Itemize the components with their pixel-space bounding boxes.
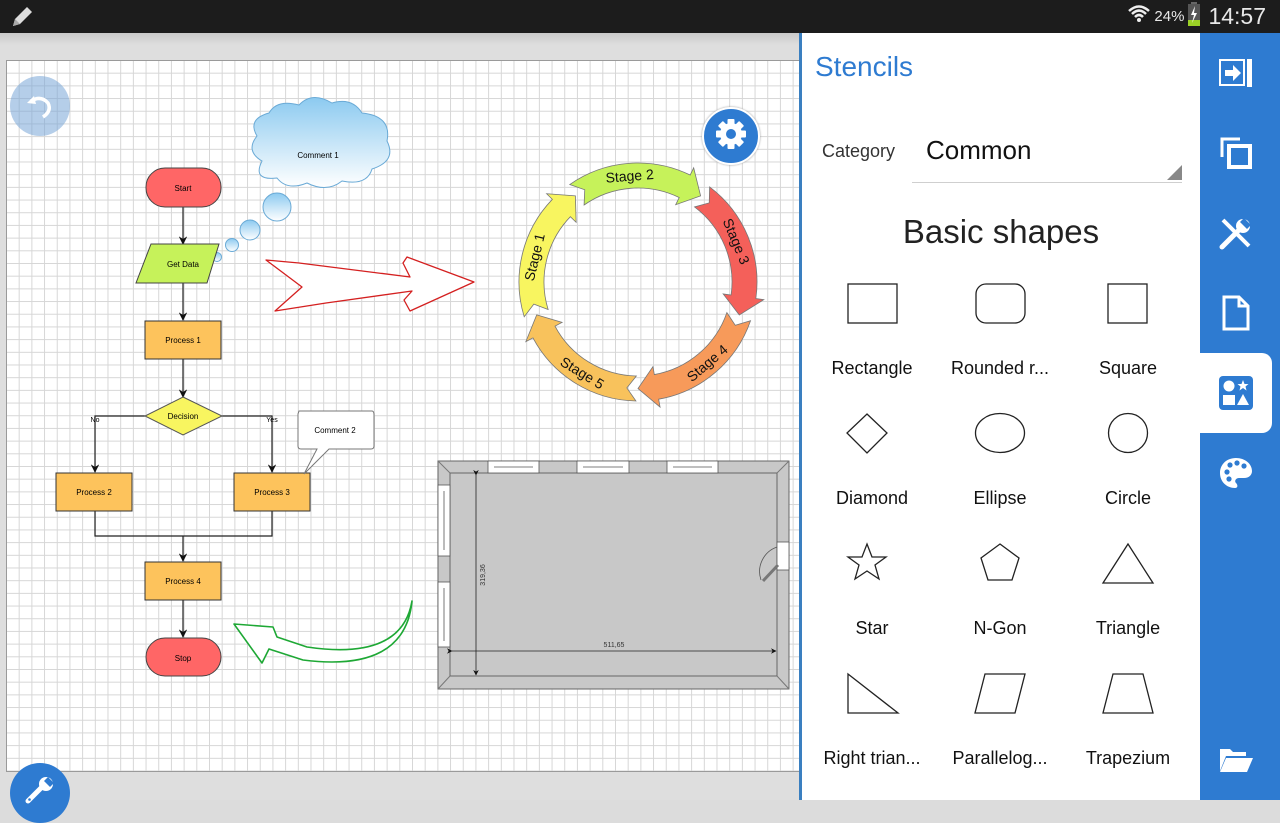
shape-item-right-triangle[interactable]: Right trian... bbox=[808, 656, 936, 786]
copy-icon bbox=[1220, 137, 1252, 169]
stop-node-label: Stop bbox=[175, 654, 192, 663]
no-branch-label: No bbox=[91, 417, 100, 424]
shape-item-ellipse[interactable]: Ellipse bbox=[936, 396, 1064, 526]
drawing-canvas[interactable]: Comment 1 Start Get Data Process 1 Decis… bbox=[6, 60, 800, 772]
folder-open-icon bbox=[1220, 749, 1253, 772]
palette-icon bbox=[1220, 458, 1252, 488]
trapezium-shape-icon bbox=[1102, 673, 1154, 714]
shape-item-n-gon[interactable]: N-Gon bbox=[936, 526, 1064, 656]
battery-percent: 24% bbox=[1154, 8, 1185, 25]
status-bar: 24% 14:57 bbox=[0, 0, 1280, 33]
shapes-icon bbox=[1219, 376, 1253, 410]
comment-2-callout[interactable] bbox=[297, 410, 375, 475]
rail-item-page[interactable] bbox=[1200, 273, 1272, 353]
shape-label: N-Gon bbox=[973, 618, 1027, 638]
rail-item-tools[interactable] bbox=[1200, 193, 1272, 273]
process-3-label: Process 3 bbox=[254, 488, 290, 497]
section-title: Basic shapes bbox=[902, 213, 1100, 250]
shape-grid: Rectangle Rounded r... Square Diamond El… bbox=[808, 266, 1194, 786]
shape-item-rectangle[interactable]: Rectangle bbox=[808, 266, 936, 396]
process-1-label: Process 1 bbox=[165, 336, 201, 345]
shape-label: Rectangle bbox=[831, 358, 913, 378]
cycle-stage-3[interactable] bbox=[693, 186, 765, 316]
get-data-label: Get Data bbox=[167, 260, 200, 269]
rail-item-open-folder[interactable] bbox=[1200, 720, 1272, 800]
right-toolbar bbox=[1200, 33, 1280, 800]
rail-item-copy[interactable] bbox=[1200, 113, 1272, 193]
rectangle-shape-icon bbox=[847, 283, 898, 324]
shape-label: Rounded r... bbox=[950, 358, 1050, 378]
pencil-icon bbox=[10, 5, 36, 34]
panel-title: Stencils bbox=[815, 51, 914, 82]
diagram: Comment 1 Start Get Data Process 1 Decis… bbox=[55, 97, 790, 690]
shape-item-square[interactable]: Square bbox=[1064, 266, 1192, 396]
green-curved-arrow[interactable] bbox=[233, 600, 413, 664]
shape-item-rounded-rectangle[interactable]: Rounded r... bbox=[936, 266, 1064, 396]
red-arrow-shape[interactable] bbox=[265, 256, 475, 312]
pentagon-shape-icon bbox=[980, 543, 1020, 581]
yes-branch-label: Yes bbox=[266, 417, 278, 424]
shape-label: Right trian... bbox=[823, 748, 921, 768]
shape-label: Parallelog... bbox=[952, 748, 1048, 768]
rail-item-palette[interactable] bbox=[1200, 433, 1272, 513]
shape-label: Star bbox=[855, 618, 889, 638]
exit-panel-icon bbox=[1219, 59, 1252, 87]
process-4-label: Process 4 bbox=[165, 577, 201, 586]
stencils-panel: Stencils Category Common Basic shapes Re… bbox=[802, 33, 1200, 800]
shape-item-triangle[interactable]: Triangle bbox=[1064, 526, 1192, 656]
comment-1-cloud[interactable] bbox=[212, 97, 391, 262]
cycle-stage-4[interactable] bbox=[637, 311, 752, 409]
dropdown-triangle-icon bbox=[1167, 165, 1182, 180]
shape-item-diamond[interactable]: Diamond bbox=[808, 396, 936, 526]
shape-item-parallelogram[interactable]: Parallelog... bbox=[936, 656, 1064, 786]
tools-icon bbox=[1219, 218, 1251, 250]
shape-item-trapezium[interactable]: Trapezium bbox=[1064, 656, 1192, 786]
process-2-label: Process 2 bbox=[76, 488, 112, 497]
ellipse-shape-icon bbox=[974, 412, 1026, 454]
shape-item-circle[interactable]: Circle bbox=[1064, 396, 1192, 526]
page-icon bbox=[1222, 295, 1250, 331]
shape-item-star[interactable]: Star bbox=[808, 526, 936, 656]
star-shape-icon bbox=[846, 542, 888, 581]
category-label: Category bbox=[822, 141, 896, 161]
shape-label: Trapezium bbox=[1085, 748, 1171, 768]
rail-item-shapes[interactable] bbox=[1200, 353, 1272, 433]
circle-shape-icon bbox=[1107, 412, 1149, 454]
rail-item-exit-panel[interactable] bbox=[1200, 33, 1272, 113]
category-value: Common bbox=[926, 135, 1032, 165]
square-shape-icon bbox=[1107, 283, 1148, 324]
battery-charging-icon bbox=[1187, 1, 1201, 32]
floor-plan[interactable]: 511,65 319,36 bbox=[437, 460, 790, 690]
wrench-icon bbox=[23, 774, 57, 813]
height-dimension: 319,36 bbox=[480, 564, 487, 586]
parallelogram-shape-icon bbox=[974, 673, 1026, 714]
shape-label: Circle bbox=[1104, 488, 1151, 508]
shape-label: Triangle bbox=[1095, 618, 1161, 638]
comment-1-text: Comment 1 bbox=[297, 151, 339, 160]
diamond-shape-icon bbox=[846, 413, 888, 454]
tools-button[interactable] bbox=[10, 763, 70, 823]
category-select[interactable]: Common bbox=[912, 129, 1182, 183]
workspace: Comment 1 Start Get Data Process 1 Decis… bbox=[0, 33, 800, 823]
wifi-icon bbox=[1127, 2, 1151, 31]
width-dimension: 511,65 bbox=[604, 642, 625, 649]
gear-icon bbox=[714, 117, 748, 156]
decision-label: Decision bbox=[168, 412, 199, 421]
shape-label: Diamond bbox=[835, 488, 909, 508]
start-node-label: Start bbox=[175, 184, 193, 193]
cycle-stage-5[interactable] bbox=[525, 314, 638, 402]
shape-label: Ellipse bbox=[973, 488, 1027, 508]
rounded-rectangle-shape-icon bbox=[975, 283, 1026, 324]
cycle-diagram[interactable]: Stage 1Stage 2Stage 3Stage 4Stage 5 bbox=[518, 162, 765, 409]
settings-button[interactable] bbox=[702, 107, 760, 165]
undo-icon bbox=[23, 87, 57, 126]
shape-label: Square bbox=[1098, 358, 1158, 378]
undo-button[interactable] bbox=[10, 76, 70, 136]
triangle-shape-icon bbox=[1101, 542, 1155, 584]
right-triangle-shape-icon bbox=[847, 672, 900, 714]
comment-2-text: Comment 2 bbox=[314, 426, 356, 435]
clock: 14:57 bbox=[1208, 3, 1266, 29]
